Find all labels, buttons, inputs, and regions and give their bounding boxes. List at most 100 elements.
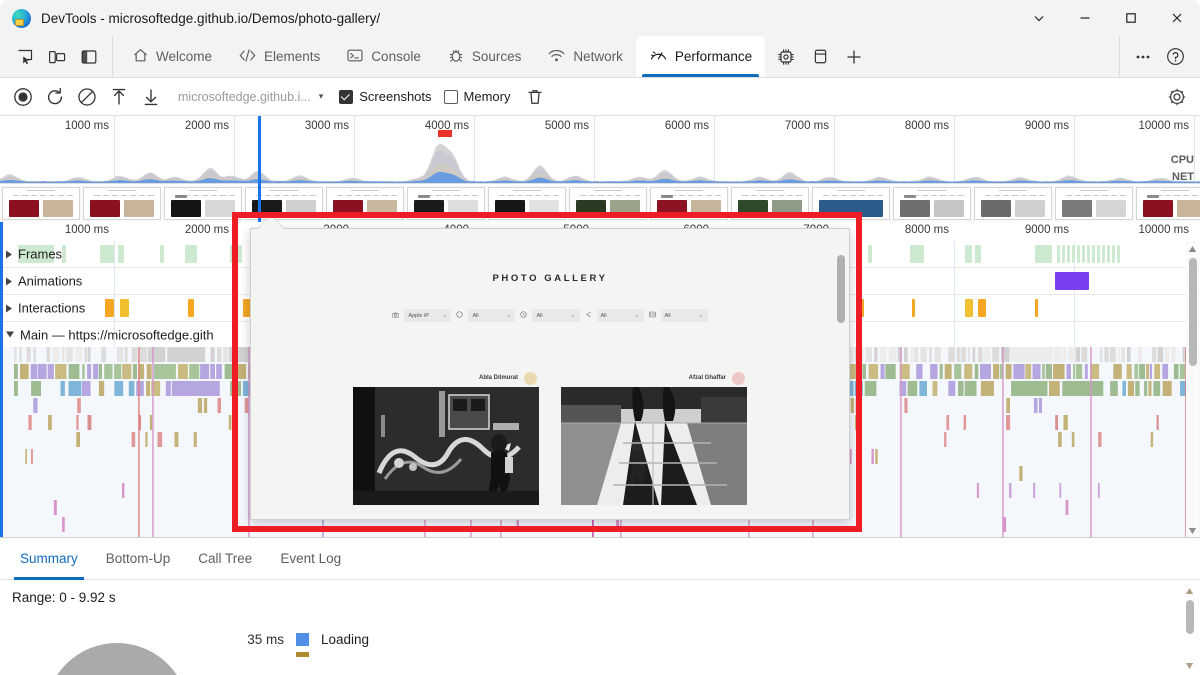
flame-event[interactable] bbox=[145, 432, 147, 447]
flame-event[interactable] bbox=[54, 500, 57, 515]
flame-event[interactable] bbox=[978, 347, 983, 362]
flame-event[interactable] bbox=[20, 364, 29, 379]
filmstrip-frame[interactable] bbox=[569, 187, 647, 220]
screenshot-preview-popup[interactable]: PHOTO GALLERY Apple iP⌄All⌄All⌄All⌄All⌄ … bbox=[250, 228, 850, 520]
flame-event[interactable] bbox=[38, 364, 47, 379]
gallery-filter-bar[interactable]: Apple iP⌄All⌄All⌄All⌄All⌄ bbox=[251, 309, 849, 322]
flame-event[interactable] bbox=[150, 415, 152, 430]
flame-event[interactable] bbox=[217, 347, 221, 362]
flame-event[interactable] bbox=[211, 347, 215, 362]
flame-event[interactable] bbox=[975, 364, 979, 379]
flame-event[interactable] bbox=[76, 415, 78, 430]
flame-event[interactable] bbox=[1148, 381, 1151, 396]
flame-event[interactable] bbox=[1174, 364, 1179, 379]
timeline-block[interactable] bbox=[910, 245, 924, 263]
flame-event[interactable] bbox=[885, 364, 895, 379]
track-frames-title[interactable]: Frames bbox=[6, 247, 62, 262]
flame-event[interactable] bbox=[147, 364, 152, 379]
flame-event[interactable] bbox=[946, 415, 949, 430]
flame-event[interactable] bbox=[973, 347, 976, 362]
flame-event[interactable] bbox=[172, 381, 220, 396]
flame-event[interactable] bbox=[881, 364, 885, 379]
flame-event[interactable] bbox=[855, 347, 860, 362]
timeline-block[interactable] bbox=[965, 245, 972, 263]
application-icon[interactable] bbox=[805, 42, 835, 72]
flame-event[interactable] bbox=[82, 364, 85, 379]
timeline-block[interactable] bbox=[1077, 245, 1080, 263]
flame-event[interactable] bbox=[855, 381, 863, 396]
flame-event[interactable] bbox=[929, 347, 932, 362]
flame-event[interactable] bbox=[146, 381, 150, 396]
overview-playhead[interactable] bbox=[258, 116, 261, 222]
record-button[interactable] bbox=[8, 82, 38, 112]
flame-event[interactable] bbox=[125, 347, 128, 362]
flame-event[interactable] bbox=[1113, 364, 1122, 379]
dock-side-icon[interactable] bbox=[74, 42, 104, 72]
flame-event[interactable] bbox=[1171, 347, 1176, 362]
flame-event[interactable] bbox=[874, 347, 877, 362]
load-profile-button[interactable] bbox=[104, 82, 134, 112]
flame-event[interactable] bbox=[225, 364, 233, 379]
flame-event[interactable] bbox=[855, 415, 859, 430]
timeline-block[interactable] bbox=[1035, 299, 1038, 317]
legend-row-partial[interactable] bbox=[296, 652, 309, 657]
flame-event[interactable] bbox=[85, 347, 88, 362]
flame-event[interactable] bbox=[223, 347, 228, 362]
flame-event[interactable] bbox=[136, 381, 144, 396]
flame-event[interactable] bbox=[919, 381, 927, 396]
flame-event[interactable] bbox=[1081, 347, 1087, 362]
flame-event[interactable] bbox=[1098, 483, 1100, 498]
filmstrip-frame[interactable] bbox=[731, 187, 809, 220]
flame-event[interactable] bbox=[1019, 466, 1022, 481]
timeline-block[interactable] bbox=[120, 299, 129, 317]
flame-event[interactable] bbox=[25, 449, 27, 464]
timeline-block[interactable] bbox=[860, 299, 864, 317]
flame-event[interactable] bbox=[1068, 347, 1075, 362]
save-profile-button[interactable] bbox=[136, 82, 166, 112]
flame-event[interactable] bbox=[19, 347, 21, 362]
flame-event[interactable] bbox=[158, 432, 163, 447]
gear-icon[interactable] bbox=[1162, 82, 1192, 112]
timeline-block[interactable] bbox=[1102, 245, 1105, 263]
flame-event[interactable] bbox=[48, 415, 52, 430]
timeline-block[interactable] bbox=[1057, 245, 1060, 263]
flame-event[interactable] bbox=[1144, 381, 1147, 396]
flame-event[interactable] bbox=[1025, 364, 1031, 379]
flame-event[interactable] bbox=[889, 347, 897, 362]
details-scrollbar[interactable] bbox=[1183, 584, 1196, 672]
flame-event[interactable] bbox=[866, 347, 873, 362]
scroll-down-arrow-icon[interactable] bbox=[1186, 524, 1199, 537]
filmstrip-frame[interactable] bbox=[326, 187, 404, 220]
maximize-icon[interactable] bbox=[1108, 0, 1154, 36]
flame-event[interactable] bbox=[958, 381, 964, 396]
inspect-element-icon[interactable] bbox=[10, 42, 40, 72]
filmstrip-frame[interactable] bbox=[245, 187, 323, 220]
timeline-block[interactable] bbox=[1082, 245, 1085, 263]
flame-event[interactable] bbox=[957, 347, 961, 362]
memory-checkbox[interactable]: Memory bbox=[444, 89, 511, 104]
timeline-block[interactable] bbox=[1107, 245, 1110, 263]
flame-event[interactable] bbox=[1011, 347, 1053, 362]
flame-event[interactable] bbox=[977, 483, 979, 498]
timeline-block[interactable] bbox=[978, 299, 986, 317]
timeline-block[interactable] bbox=[1067, 245, 1070, 263]
flame-event[interactable] bbox=[1059, 483, 1061, 498]
flame-event[interactable] bbox=[1138, 347, 1142, 362]
flame-event[interactable] bbox=[48, 364, 54, 379]
flame-event[interactable] bbox=[1034, 398, 1038, 413]
help-icon[interactable] bbox=[1160, 42, 1190, 72]
gallery-filter-3[interactable]: All⌄ bbox=[597, 309, 644, 322]
flame-event[interactable] bbox=[101, 347, 106, 362]
flame-event[interactable] bbox=[1072, 432, 1075, 447]
timeline-block[interactable] bbox=[868, 245, 872, 263]
photo-image[interactable] bbox=[561, 387, 747, 505]
flame-event[interactable] bbox=[55, 364, 66, 379]
timeline-block[interactable] bbox=[100, 245, 114, 263]
photo-image[interactable] bbox=[353, 387, 539, 505]
flame-event[interactable] bbox=[93, 364, 98, 379]
flame-event[interactable] bbox=[1134, 364, 1138, 379]
flame-event[interactable] bbox=[1062, 381, 1103, 396]
timeline-block[interactable] bbox=[965, 299, 973, 317]
flame-event[interactable] bbox=[856, 398, 859, 413]
flame-event[interactable] bbox=[1100, 347, 1102, 362]
